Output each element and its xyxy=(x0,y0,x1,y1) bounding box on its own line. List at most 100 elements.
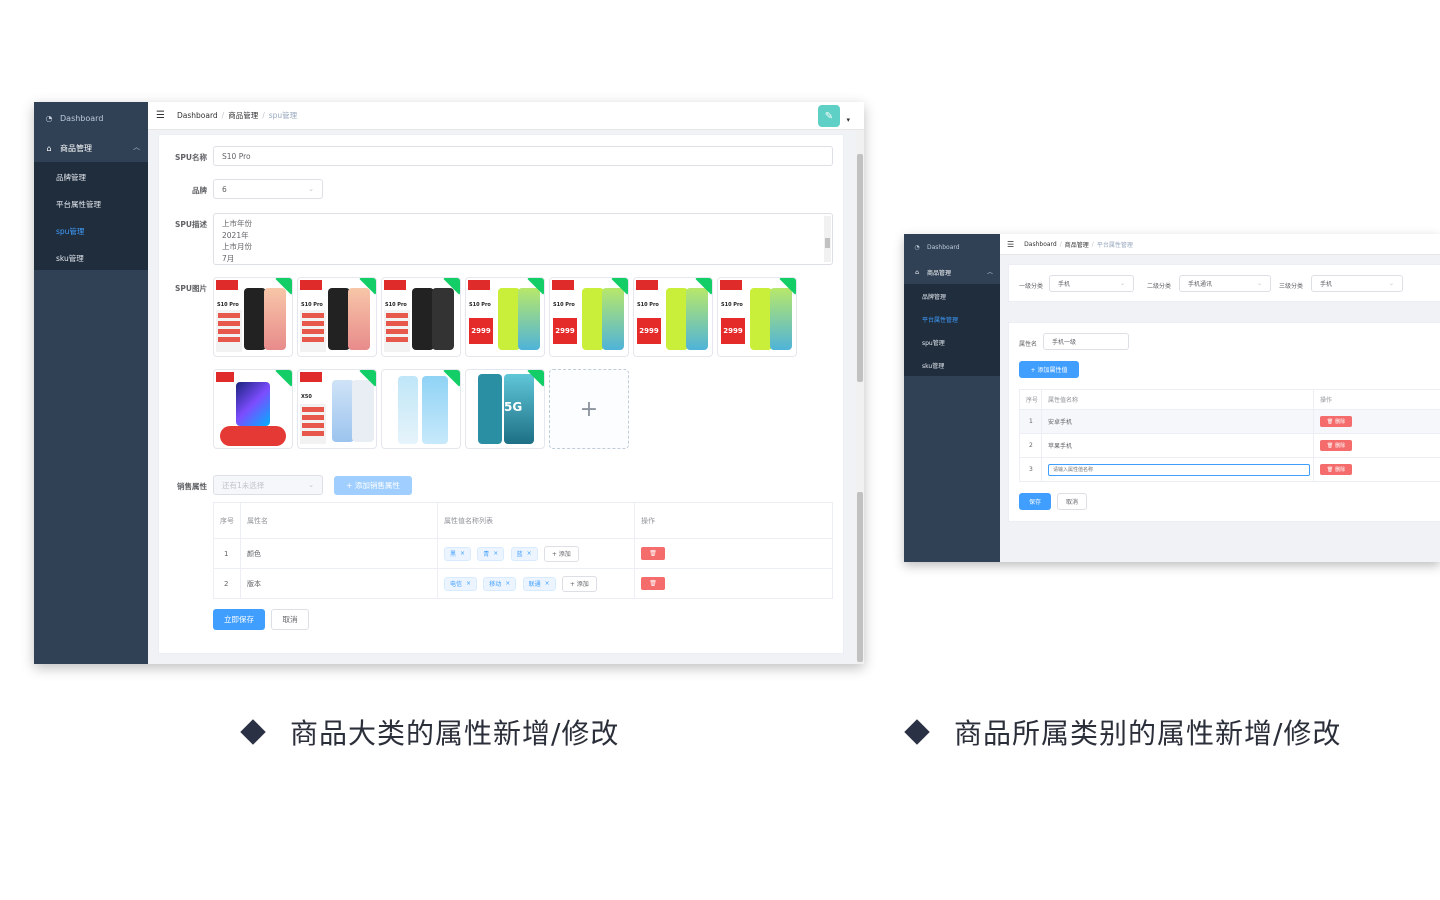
breadcrumb-current: 平台属性管理 xyxy=(1096,241,1133,249)
breadcrumb-goods[interactable]: 商品管理 xyxy=(1065,240,1089,249)
delete-button[interactable]: 🗑 删除 xyxy=(1320,416,1352,427)
brand-select[interactable]: 6 ⌄ xyxy=(213,179,323,199)
sidebar-item-brand[interactable]: 品牌管理 xyxy=(56,172,86,183)
spu-image-6[interactable]: S10 Pro 2999 xyxy=(633,277,713,357)
diamond-icon xyxy=(240,719,266,745)
close-icon: × xyxy=(460,550,466,557)
attr-value-tag[interactable]: 黑 × xyxy=(444,546,472,561)
spu-form-card: SPU名称 S10 Pro 品牌 6 ⌄ SPU描述 上市年份 2021年 上市… xyxy=(158,134,844,654)
trash-icon: 🗑 xyxy=(649,550,657,557)
attr-value-table: 序号 属性值名称 操作 1 安卓手机 🗑 删除 2 苹果手机 🗑 删除 3 请输… xyxy=(1019,389,1440,482)
sidebar-item-sku[interactable]: sku管理 xyxy=(922,361,944,370)
bag-icon: ⌂ xyxy=(46,143,52,153)
diamond-icon xyxy=(904,719,930,745)
spu-image-11[interactable]: 5G xyxy=(465,369,545,449)
delete-button[interactable]: 🗑 xyxy=(641,577,665,590)
cancel-button[interactable]: 取消 xyxy=(271,609,309,630)
upload-plus-icon[interactable]: + xyxy=(549,369,629,449)
close-icon: × xyxy=(544,580,550,587)
spu-image-1[interactable]: S10 Pro xyxy=(213,277,293,357)
sidebar-item-dashboard[interactable]: ◔ Dashboard xyxy=(913,242,959,252)
spu-image-3[interactable]: S10 Pro xyxy=(381,277,461,357)
delete-button[interactable]: 🗑 删除 xyxy=(1320,464,1352,475)
breadcrumb-dashboard[interactable]: Dashboard xyxy=(1024,241,1057,248)
close-icon: × xyxy=(466,580,472,587)
close-icon: × xyxy=(526,550,532,557)
attr-name-input[interactable]: 手机一级 xyxy=(1043,333,1129,350)
sidebar-submenu: 品牌管理 平台属性管理 spu管理 sku管理 xyxy=(34,162,148,270)
attr-value-tag[interactable]: 电信 × xyxy=(444,576,478,591)
save-button[interactable]: 立即保存 xyxy=(213,609,265,630)
spu-image-7[interactable]: S10 Pro 2999 xyxy=(717,277,797,357)
sidebar-item-sku[interactable]: sku管理 xyxy=(56,253,84,264)
table-row: 2 苹果手机 🗑 删除 xyxy=(1019,433,1440,458)
chevron-down-icon: ⌄ xyxy=(308,481,314,489)
table-row: 2 版本 电信 × 移动 × 联通 × + 添加 🗑 xyxy=(213,568,833,599)
trash-icon: 🗑 xyxy=(649,580,657,587)
sidebar-item-platform-attr[interactable]: 平台属性管理 xyxy=(922,315,958,324)
spu-desc-label: SPU描述 xyxy=(175,220,207,229)
level1-select[interactable]: 手机 ⌄ xyxy=(1049,275,1134,292)
avatar[interactable]: ✎ xyxy=(818,105,840,127)
spu-image-5[interactable]: S10 Pro 2999 xyxy=(549,277,629,357)
table-row: 1 安卓手机 🗑 删除 xyxy=(1019,409,1440,434)
attr-value-input[interactable] xyxy=(1048,463,1310,476)
save-button[interactable]: 保存 xyxy=(1019,493,1051,510)
sidebar-item-spu[interactable]: spu管理 xyxy=(922,338,945,347)
hamburger-icon[interactable]: ☰ xyxy=(1007,240,1014,249)
spu-desc-textarea[interactable]: 上市年份 2021年 上市月份 7月 xyxy=(213,213,833,265)
attr-name-label: 属性名 xyxy=(1019,341,1038,348)
chevron-up-icon: ︿ xyxy=(986,269,993,276)
level3-select[interactable]: 手机 ⌄ xyxy=(1311,275,1403,292)
spu-name-input[interactable]: S10 Pro xyxy=(213,146,833,166)
sidebar-item-platform-attr[interactable]: 平台属性管理 xyxy=(56,199,101,210)
category-filter-card: 一级分类 手机 ⌄ 二级分类 手机通讯 ⌄ 三级分类 手机 ⌄ xyxy=(1008,264,1440,302)
caption-right: 商品所属类别的属性新增/修改 xyxy=(904,712,1341,752)
attr-value-tag[interactable]: 蓝 × xyxy=(510,546,538,561)
breadcrumb: Dashboard / 商品管理 / 平台属性管理 xyxy=(1024,240,1133,249)
hamburger-icon[interactable]: ☰ xyxy=(156,110,165,121)
sidebar-item-brand[interactable]: 品牌管理 xyxy=(922,292,946,301)
sidebar-group-goods[interactable]: ⌂ 商品管理 ︿ xyxy=(44,142,140,154)
spu-image-10[interactable] xyxy=(381,369,461,449)
attr-edit-card: 属性名 手机一级 + 添加属性值 序号 属性值名称 操作 1 安卓手机 🗑删除 xyxy=(1008,322,1440,522)
level3-label: 三级分类 xyxy=(1279,283,1304,290)
add-attr-value-button[interactable]: + 添加属性值 xyxy=(1019,361,1079,378)
breadcrumb: Dashboard / 商品管理 / spu管理 xyxy=(176,110,298,121)
spu-image-9[interactable]: X50 xyxy=(297,369,377,449)
breadcrumb-current: spu管理 xyxy=(268,111,298,120)
page-scrollbar[interactable] xyxy=(856,130,864,664)
add-value-button[interactable]: + 添加 xyxy=(561,575,597,592)
spu-image-2[interactable]: S10 Pro xyxy=(297,277,377,357)
brand-label: 品牌 xyxy=(192,186,207,195)
trash-icon: 🗑 xyxy=(1326,442,1334,449)
sidebar-group-goods[interactable]: ⌂ 商品管理 ︿ xyxy=(913,267,993,277)
spu-image-4[interactable]: S10 Pro 2999 xyxy=(465,277,545,357)
add-sale-attr-button[interactable]: + 添加销售属性 xyxy=(334,476,412,495)
attr-value-tag[interactable]: 联通 × xyxy=(522,576,556,591)
chevron-down-icon: ⌄ xyxy=(1256,280,1262,287)
attr-value-tag[interactable]: 移动 × xyxy=(483,576,517,591)
sale-attr-select[interactable]: 还有1未选择 ⌄ xyxy=(213,475,323,495)
sidebar: ◔ Dashboard ⌂ 商品管理 ︿ 品牌管理 平台属性管理 spu管理 s… xyxy=(904,234,1000,562)
add-value-button[interactable]: + 添加 xyxy=(543,545,579,562)
sidebar-item-dashboard[interactable]: ◔ Dashboard xyxy=(44,112,104,124)
level2-select[interactable]: 手机通讯 ⌄ xyxy=(1179,275,1271,292)
chevron-down-icon: ⌄ xyxy=(1119,280,1125,287)
bag-icon: ⌂ xyxy=(915,268,919,276)
caret-down-icon[interactable]: ▾ xyxy=(846,116,850,124)
spu-image-8[interactable] xyxy=(213,369,293,449)
breadcrumb-dashboard[interactable]: Dashboard xyxy=(177,111,218,120)
spu-name-label: SPU名称 xyxy=(175,153,207,162)
delete-button[interactable]: 🗑 删除 xyxy=(1320,440,1352,451)
cancel-button[interactable]: 取消 xyxy=(1057,493,1087,510)
delete-button[interactable]: 🗑 xyxy=(641,547,665,560)
spu-screenshot: ◔ Dashboard ⌂ 商品管理 ︿ 品牌管理 平台属性管理 spu管理 s… xyxy=(34,102,864,664)
table-row: 3 🗑删除 xyxy=(1019,457,1440,482)
attr-value-tag[interactable]: 青 × xyxy=(477,546,505,561)
breadcrumb-goods[interactable]: 商品管理 xyxy=(228,110,258,121)
trash-icon: 🗑 xyxy=(1326,418,1334,425)
sale-attr-label: 销售属性 xyxy=(177,482,207,491)
sidebar-item-spu[interactable]: spu管理 xyxy=(56,226,84,237)
textarea-scrollbar[interactable] xyxy=(824,216,831,262)
